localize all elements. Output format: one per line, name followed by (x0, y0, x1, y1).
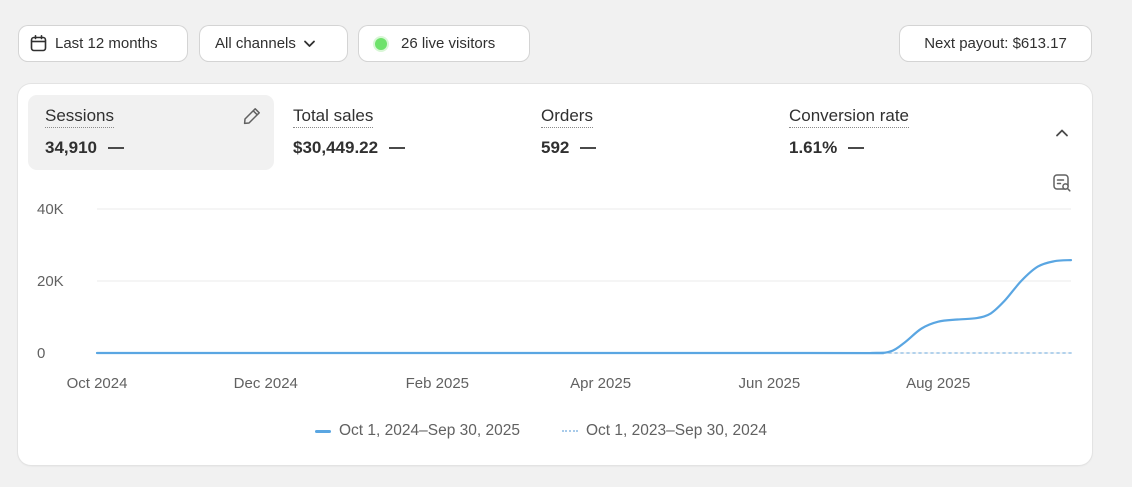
legend-swatch-solid (315, 429, 331, 433)
x-tick-label: Dec 2024 (234, 375, 298, 392)
legend-swatch-dotted (562, 430, 578, 432)
sessions-line-chart: 0 20K 40K Oct 2024 Dec 2024 Feb 2025 Apr 2025… (37, 201, 1073, 392)
series-line-current-period (95, 259, 1073, 355)
date-range-label: Last 12 months (55, 35, 158, 52)
x-tick-label: Jun 2025 (739, 375, 801, 392)
x-tick-label: Aug 2025 (906, 375, 970, 392)
legend-label: Oct 1, 2024–Sep 30, 2025 (339, 422, 520, 439)
channels-dropdown[interactable]: All channels (200, 26, 347, 61)
x-tick-label: Oct 2024 (67, 375, 128, 392)
live-visitors-label: 26 live visitors (401, 35, 496, 52)
calendar-icon (30, 35, 47, 52)
y-tick-label: 40K (37, 201, 64, 218)
next-payout-button[interactable]: Next payout: $613.17 (900, 26, 1091, 61)
live-status-dot-icon (375, 37, 387, 50)
next-payout-label: Next payout: $613.17 (924, 35, 1067, 52)
date-range-button[interactable]: Last 12 months (19, 26, 187, 61)
y-tick-label: 20K (37, 273, 64, 290)
analytics-card: Sessions 34,910 Total sales $30,449.22 O… (18, 84, 1092, 465)
x-tick-label: Feb 2025 (406, 375, 469, 392)
y-tick-label: 0 (37, 345, 45, 362)
legend-item-current[interactable]: Oct 1, 2024–Sep 30, 2025 (315, 422, 520, 440)
chevron-down-icon (303, 37, 316, 50)
legend-item-previous[interactable]: Oct 1, 2023–Sep 30, 2024 (562, 422, 767, 440)
channels-label: All channels (215, 35, 296, 52)
legend-label: Oct 1, 2023–Sep 30, 2024 (586, 422, 767, 439)
live-visitors-button[interactable]: 26 live visitors (359, 26, 529, 61)
x-tick-label: Apr 2025 (570, 375, 631, 392)
